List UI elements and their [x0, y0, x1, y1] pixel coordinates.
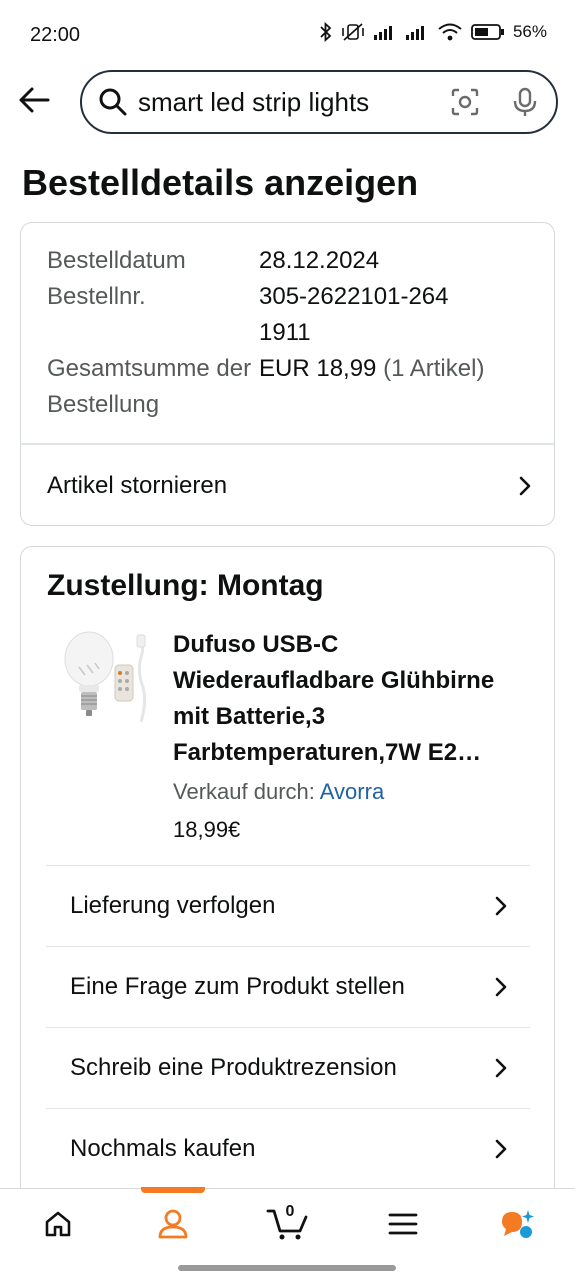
track-delivery-label: Lieferung verfolgen [70, 892, 276, 919]
track-delivery-row[interactable]: Lieferung verfolgen [46, 865, 530, 946]
signal-icon [373, 26, 392, 40]
battery-icon [471, 24, 504, 40]
write-review-label: Schreib eine Produktrezension [70, 1054, 397, 1081]
back-button[interactable] [14, 80, 54, 120]
buy-again-label: Nochmals kaufen [70, 1135, 256, 1162]
menu-icon [388, 1213, 417, 1234]
order-number-row: Bestellnr. 305-2622101-2641911 [47, 279, 537, 351]
nav-home[interactable] [0, 1189, 115, 1258]
order-total-amount: EUR 18,99 [259, 355, 377, 382]
battery-percent: 56% [512, 22, 547, 41]
chevron-right-icon [519, 476, 531, 496]
chevron-right-icon [495, 1139, 507, 1159]
order-total-value: EUR 18,99 (1 Artikel) [259, 351, 537, 423]
search-icon [99, 88, 127, 116]
order-total-row: Gesamtsumme der Bestellung EUR 18,99 (1 … [47, 351, 537, 423]
page-title: Bestelldetails anzeigen [22, 162, 419, 203]
microphone-icon[interactable] [510, 87, 540, 117]
seller-info: Verkauf durch: Avorra [173, 779, 384, 805]
ask-question-row[interactable]: Eine Frage zum Produkt stellen [46, 946, 530, 1027]
vibrate-mute-icon [342, 23, 364, 41]
camera-lens-icon[interactable] [450, 87, 480, 117]
search-header: smart led strip lights [0, 66, 575, 138]
order-summary-card: Bestelldatum 28.12.2024 Bestellnr. 305-2… [20, 222, 555, 526]
buy-again-row[interactable]: Nochmals kaufen [46, 1108, 530, 1189]
rufus-icon [501, 1209, 534, 1238]
cart-count-badge: 0 [285, 1203, 295, 1220]
chevron-right-icon [495, 977, 507, 997]
delivery-card: Zustellung: Montag Dufuso USB-C Wiederau… [20, 546, 555, 1206]
divider [21, 443, 554, 445]
bottom-navigation: 0 [0, 1187, 575, 1258]
product-title[interactable]: Dufuso USB-C Wiederaufladbare Glühbirne … [173, 627, 533, 771]
seller-prefix: Verkauf durch: [173, 779, 315, 804]
order-date-value: 28.12.2024 [259, 247, 380, 274]
status-bar: 22:00 56% [0, 0, 575, 70]
order-summary-rows: Bestelldatum 28.12.2024 Bestellnr. 305-2… [47, 243, 537, 423]
home-icon [45, 1211, 70, 1236]
nav-cart[interactable]: 0 [230, 1189, 345, 1258]
home-indicator[interactable] [178, 1265, 396, 1271]
wifi-icon [438, 23, 462, 41]
status-time: 22:00 [30, 24, 81, 46]
product-price: 18,99€ [173, 817, 241, 842]
order-date-row: Bestelldatum 28.12.2024 [47, 243, 537, 279]
signal-icon-2 [405, 26, 424, 40]
chevron-right-icon [495, 896, 507, 916]
delivery-title: Zustellung: Montag [47, 569, 324, 602]
order-total-label: Gesamtsumme der Bestellung [47, 355, 252, 418]
order-number-value: 305-2622101-2641911 [259, 283, 449, 346]
order-item-count: (1 Artikel) [383, 355, 485, 382]
chevron-right-icon [495, 1058, 507, 1078]
cancel-items-label: Artikel stornieren [47, 472, 228, 499]
order-date-label: Bestelldatum [47, 247, 186, 274]
ask-question-label: Eine Frage zum Produkt stellen [70, 973, 405, 1000]
order-action-list: Lieferung verfolgen Eine Frage zum Produ… [46, 865, 530, 1189]
write-review-row[interactable]: Schreib eine Produktrezension [46, 1027, 530, 1108]
nav-account[interactable] [115, 1187, 230, 1258]
product-image[interactable] [57, 627, 157, 737]
cancel-items-row[interactable]: Artikel stornieren [47, 461, 534, 511]
order-number-label: Bestellnr. [47, 283, 146, 310]
search-input[interactable]: smart led strip lights [138, 87, 420, 118]
search-bar[interactable]: smart led strip lights [80, 70, 558, 134]
status-icons: 56% [319, 22, 547, 42]
nav-rufus[interactable] [460, 1189, 575, 1258]
arrow-left-icon [19, 87, 50, 113]
nav-menu[interactable] [345, 1189, 460, 1258]
seller-link[interactable]: Avorra [320, 779, 384, 804]
bluetooth-icon [320, 22, 332, 42]
account-icon [158, 1209, 187, 1238]
